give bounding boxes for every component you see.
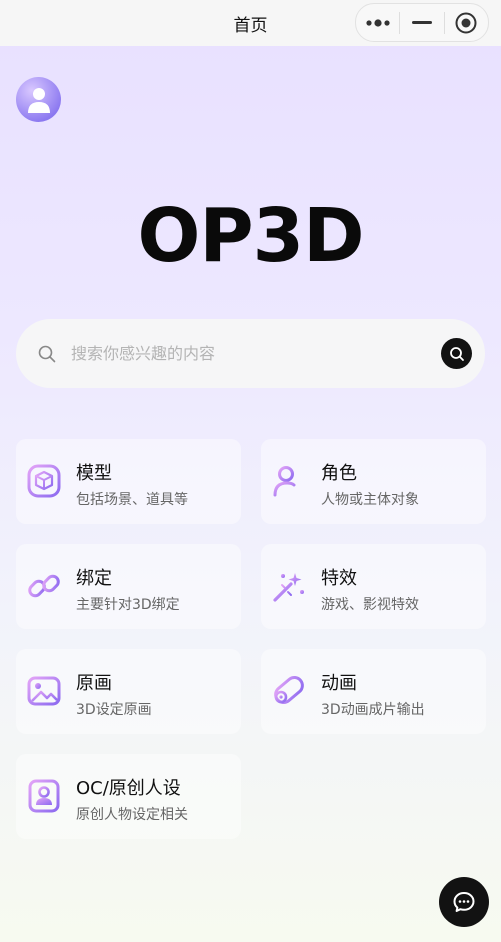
mini-program-capsule: [355, 3, 489, 42]
category-title: 模型: [76, 463, 112, 484]
category-subtitle: 原创人物设定相关: [76, 807, 188, 823]
category-card-animation[interactable]: 动画 3D动画成片输出: [261, 649, 486, 734]
category-title: 绑定: [76, 568, 112, 589]
cube-box-icon: [27, 464, 61, 498]
category-card-character[interactable]: 角色 人物或主体对象: [261, 439, 486, 524]
search-bar[interactable]: [16, 319, 485, 388]
category-title: 角色: [321, 463, 357, 484]
navigation-bar: 首页: [0, 0, 501, 46]
film-roll-icon: [274, 676, 304, 704]
chat-button[interactable]: [439, 877, 489, 927]
magic-wand-icon: [273, 573, 304, 602]
search-submit-button[interactable]: [441, 338, 472, 369]
user-add-icon: [273, 466, 305, 497]
user-icon: [27, 87, 50, 113]
minimize-icon[interactable]: [400, 4, 443, 41]
category-card-concept-art[interactable]: 原画 3D设定原画: [16, 649, 241, 734]
category-card-effects[interactable]: 特效 游戏、影视特效: [261, 544, 486, 629]
category-card-model[interactable]: 模型 包括场景、道具等: [16, 439, 241, 524]
category-subtitle: 3D动画成片输出: [321, 702, 425, 718]
picture-icon: [27, 676, 61, 706]
link-chain-icon: [28, 574, 60, 598]
category-subtitle: 包括场景、道具等: [76, 492, 188, 508]
page-title: 首页: [233, 15, 268, 36]
category-subtitle: 主要针对3D绑定: [76, 597, 180, 613]
category-title: OC/原创人设: [76, 778, 181, 799]
category-title: 原画: [76, 673, 112, 694]
category-card-original-character[interactable]: OC/原创人设 原创人物设定相关: [16, 754, 241, 839]
chat-bubble-icon: [453, 892, 475, 912]
category-title: 特效: [321, 568, 357, 589]
search-icon: [38, 345, 56, 362]
search-input[interactable]: [69, 343, 423, 364]
category-card-rigging[interactable]: 绑定 主要针对3D绑定: [16, 544, 241, 629]
brand-logo: OP3D: [137, 193, 364, 279]
category-subtitle: 游戏、影视特效: [321, 597, 419, 613]
portrait-icon: [28, 779, 60, 813]
target-icon[interactable]: [445, 4, 488, 41]
more-dots-icon[interactable]: [356, 4, 399, 41]
search-icon: [449, 346, 464, 361]
category-title: 动画: [321, 673, 357, 694]
category-subtitle: 3D设定原画: [76, 702, 152, 718]
avatar[interactable]: [16, 77, 61, 122]
category-subtitle: 人物或主体对象: [321, 492, 419, 508]
